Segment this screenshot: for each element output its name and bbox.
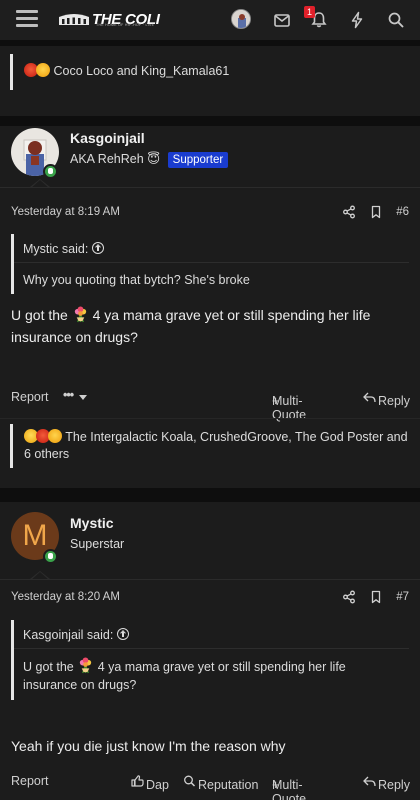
coliseum-logo-icon xyxy=(59,14,89,25)
reaction-users: The Intergalactic Koala, CrushedGroove, … xyxy=(24,430,408,461)
post-number[interactable]: #6 xyxy=(396,206,409,218)
user-title: AKA RehReh 😇 Supporter xyxy=(70,151,229,168)
reply-label: Reply xyxy=(378,778,410,792)
reaction-users: Coco Loco and King_Kamala61 xyxy=(53,64,230,78)
post-actions: Report ••• + Multi-Quote Reply xyxy=(0,386,420,422)
bouquet-emoji-icon xyxy=(74,306,86,323)
search-icon[interactable] xyxy=(386,10,406,30)
site-logo[interactable]: THE COLI THE HOME OF HIP-HOP · LIVE xyxy=(58,8,160,30)
quote-text: Why you quoting that bytch? She's broke xyxy=(23,273,250,287)
quote-author[interactable]: Kasgoinjail said: xyxy=(14,620,409,649)
laughing-reaction-icon xyxy=(36,63,50,77)
supporter-badge: Supporter xyxy=(167,152,229,168)
share-icon[interactable] xyxy=(342,590,356,604)
user-title: Superstar xyxy=(70,537,125,551)
post-6: Kasgoinjail AKA RehReh 😇 Supporter Yeste… xyxy=(0,126,420,488)
reaction-summary[interactable]: Coco Loco and King_Kamala61 xyxy=(10,54,229,90)
reaction-summary[interactable]: The Intergalactic Koala, CrushedGroove, … xyxy=(10,424,408,468)
user-title-text: AKA RehReh xyxy=(70,152,144,166)
post-divider xyxy=(0,488,420,502)
post-body-start: U got the xyxy=(11,307,68,323)
top-navigation-bar: THE COLI THE HOME OF HIP-HOP · LIVE 1 xyxy=(0,0,420,40)
post-date[interactable]: Yesterday at 8:19 AM xyxy=(11,206,120,218)
post-7: M Mystic Superstar Yesterday at 8:20 AM … xyxy=(0,502,420,800)
multi-quote-label: Multi-Quote xyxy=(272,778,307,800)
reputation-button[interactable]: Reputation xyxy=(183,774,258,792)
chevron-down-icon[interactable] xyxy=(79,395,87,400)
reputation-search-icon xyxy=(184,775,196,787)
notification-count-badge: 1 xyxy=(304,6,315,18)
quote-block: Kasgoinjail said: U got the 4 ya mama gr… xyxy=(11,620,409,700)
quote-author-label: Kasgoinjail said: xyxy=(23,628,114,642)
quote-block: Mystic said: Why you quoting that bytch?… xyxy=(11,234,409,294)
author-pointer xyxy=(30,571,50,580)
bookmark-icon[interactable] xyxy=(369,205,383,219)
inbox-envelope-icon[interactable] xyxy=(272,10,292,30)
reputation-label: Reputation xyxy=(198,778,259,792)
share-icon[interactable] xyxy=(342,205,356,219)
account-avatar-image xyxy=(232,10,250,28)
post-number[interactable]: #7 xyxy=(396,591,409,603)
post-username[interactable]: Kasgoinjail xyxy=(70,130,145,146)
separator xyxy=(0,187,420,188)
online-status-icon xyxy=(43,549,58,564)
reply-arrow-icon xyxy=(363,392,376,403)
more-options-icon[interactable]: ••• xyxy=(63,388,74,402)
jump-to-quote-icon[interactable] xyxy=(117,628,130,640)
quote-text-start: U got the xyxy=(23,660,74,674)
reply-label: Reply xyxy=(378,394,410,408)
dap-label: Dap xyxy=(146,778,169,792)
dap-button[interactable]: Dap xyxy=(131,774,169,792)
separator xyxy=(0,418,420,419)
quote-author[interactable]: Mystic said: xyxy=(14,234,409,263)
hamburger-menu-icon[interactable] xyxy=(16,10,38,28)
report-link[interactable]: Report xyxy=(11,774,49,788)
post-body: U got the 4 ya mama grave yet or still s… xyxy=(11,304,409,348)
bouquet-emoji-icon xyxy=(80,657,92,674)
reply-button[interactable]: Reply xyxy=(363,390,410,408)
author-pointer xyxy=(30,179,50,188)
previous-post-reactions: Coco Loco and King_Kamala61 xyxy=(0,46,420,116)
post-username[interactable]: Mystic xyxy=(70,515,114,531)
report-link[interactable]: Report xyxy=(11,390,49,404)
laughing-reaction-icon xyxy=(48,429,62,443)
thumbs-up-icon xyxy=(131,775,144,787)
quote-author-label: Mystic said: xyxy=(23,242,89,256)
reply-button[interactable]: Reply xyxy=(363,774,410,792)
jump-to-quote-icon[interactable] xyxy=(92,242,105,254)
reply-arrow-icon xyxy=(363,776,376,787)
quote-text: U got the 4 ya mama grave yet or still s… xyxy=(14,649,409,702)
logo-tagline: THE HOME OF HIP-HOP · LIVE xyxy=(96,23,155,27)
bookmark-icon[interactable] xyxy=(369,590,383,604)
separator xyxy=(0,579,420,580)
post-divider xyxy=(0,116,420,126)
online-status-icon xyxy=(43,164,58,179)
halo-emoji: 😇 xyxy=(147,152,161,166)
post-body: Yeah if you die just know I'm the reason… xyxy=(11,738,286,754)
post-actions: Report Dap Reputation + Multi-Quote Reply xyxy=(0,770,420,800)
post-date[interactable]: Yesterday at 8:20 AM xyxy=(11,591,120,603)
whats-new-bolt-icon[interactable] xyxy=(347,10,367,30)
account-avatar[interactable] xyxy=(231,9,251,29)
